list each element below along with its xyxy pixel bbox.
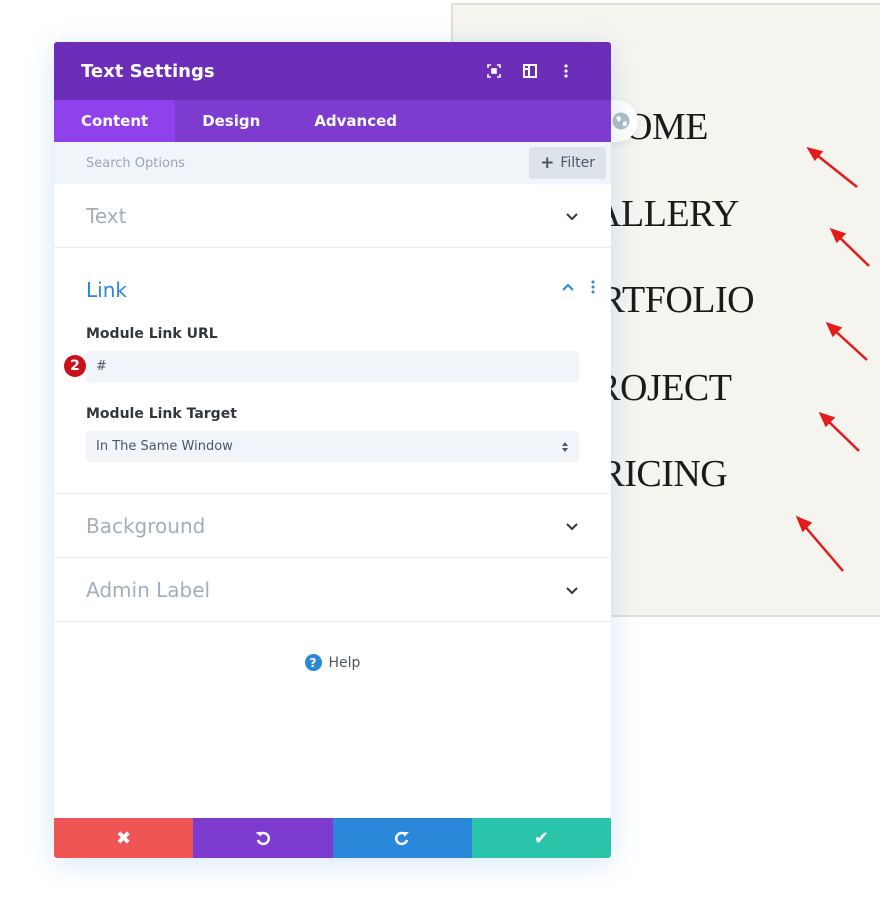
- arrow-icon: [829, 227, 870, 267]
- globe-icon: [612, 112, 630, 130]
- help-label: Help: [328, 654, 361, 671]
- tab-content[interactable]: Content: [54, 100, 176, 142]
- arrow-icon: [806, 147, 858, 188]
- chevron-down-icon: [566, 212, 578, 220]
- split-view-icon[interactable]: [512, 64, 548, 78]
- focus-icon[interactable]: [476, 64, 512, 78]
- undo-button[interactable]: [193, 818, 333, 858]
- redo-button[interactable]: [332, 818, 472, 858]
- more-vertical-icon[interactable]: [548, 64, 584, 78]
- select-arrows-icon: [562, 441, 568, 452]
- tab-design[interactable]: Design: [175, 100, 287, 142]
- arrow-icon: [825, 321, 868, 361]
- close-icon: ✖: [116, 827, 132, 849]
- panel-title: Text Settings: [81, 60, 215, 82]
- section-title: Admin Label: [86, 577, 211, 602]
- section-title: Background: [86, 513, 206, 538]
- save-button[interactable]: ✔: [471, 818, 611, 858]
- cancel-button[interactable]: ✖: [54, 818, 194, 858]
- select-value: In The Same Window: [96, 439, 233, 454]
- section-text[interactable]: Text: [54, 184, 611, 248]
- search-bar: Search Options + Filter: [54, 142, 611, 184]
- filter-label: Filter: [560, 155, 595, 171]
- section-link: Link Module Link URL 2 # Module Link Tar…: [54, 248, 611, 494]
- step-badge: 2: [64, 355, 86, 377]
- module-link-target-label: Module Link Target: [86, 406, 237, 422]
- text-settings-panel: Text Settings Content Design Advanced Se…: [54, 42, 611, 858]
- redo-icon: [395, 831, 410, 846]
- url-value: #: [96, 359, 107, 374]
- filter-button[interactable]: + Filter: [529, 147, 606, 179]
- panel-tabs: Content Design Advanced: [54, 100, 611, 142]
- plus-icon: +: [540, 153, 555, 173]
- arrow-icon: [818, 411, 860, 452]
- chevron-down-icon: [566, 586, 578, 594]
- tab-advanced[interactable]: Advanced: [287, 100, 424, 142]
- section-admin-label[interactable]: Admin Label: [54, 558, 611, 622]
- module-link-url-label: Module Link URL: [86, 326, 218, 342]
- section-title[interactable]: Link: [86, 278, 561, 302]
- more-vertical-icon[interactable]: [591, 280, 595, 294]
- chevron-down-icon: [566, 522, 578, 530]
- check-icon: ✔: [533, 827, 549, 849]
- panel-footer: ✖ ✔: [54, 818, 611, 858]
- module-link-url-input[interactable]: 2 #: [64, 351, 579, 382]
- section-background[interactable]: Background: [54, 494, 611, 558]
- section-title: Text: [86, 203, 127, 228]
- search-input[interactable]: Search Options: [86, 156, 529, 171]
- panel-header: Text Settings: [54, 42, 611, 100]
- module-link-target-select[interactable]: In The Same Window: [86, 431, 579, 462]
- help-icon: ?: [304, 654, 322, 671]
- chevron-up-icon[interactable]: [561, 282, 575, 292]
- undo-icon: [255, 831, 270, 846]
- arrow-icon: [795, 515, 844, 572]
- help-link[interactable]: ? Help: [54, 654, 611, 671]
